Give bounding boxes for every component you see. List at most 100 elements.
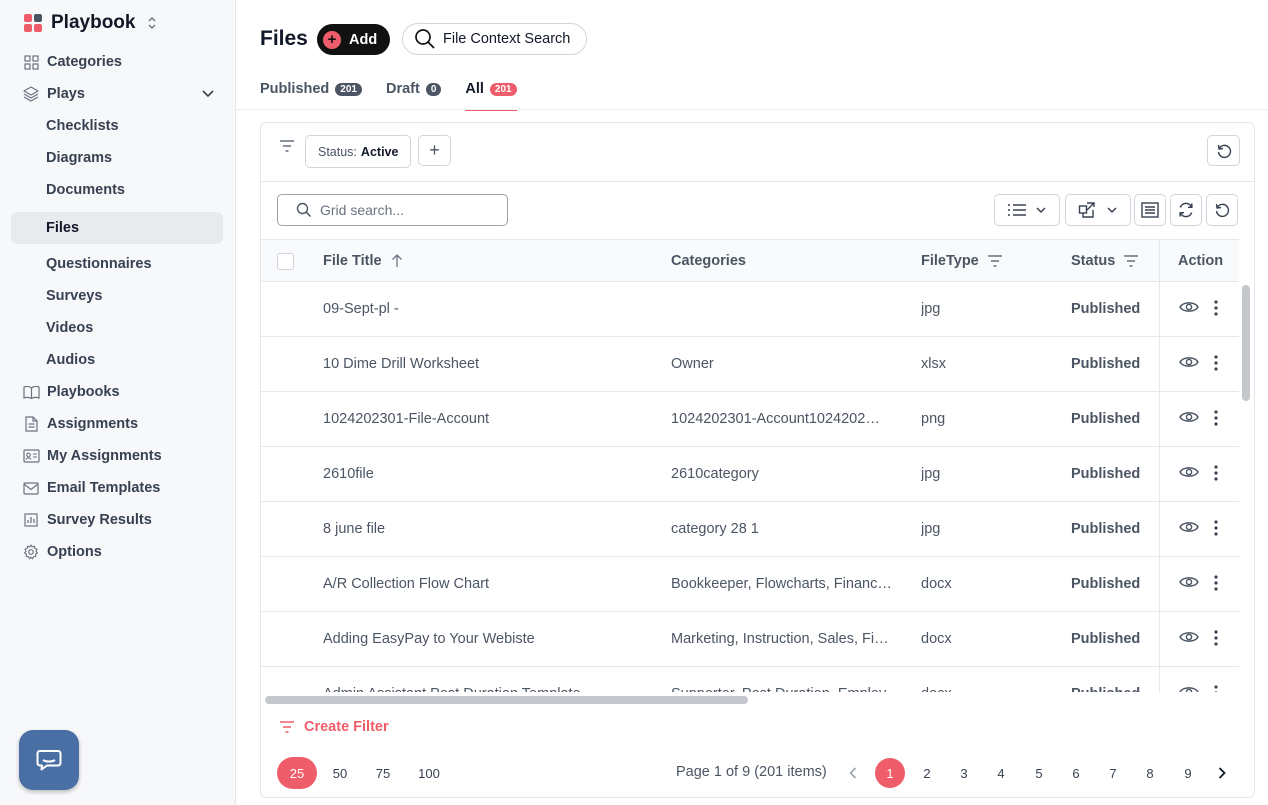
column-chooser-button[interactable] (1134, 194, 1166, 226)
export-dropdown[interactable] (1065, 194, 1131, 226)
eye-icon[interactable] (1179, 575, 1199, 589)
column-header-categories[interactable]: Categories (671, 240, 746, 282)
more-vertical-icon[interactable] (1213, 684, 1219, 692)
cell-filetype: jpg (921, 301, 941, 317)
table-row[interactable]: 8 june file category 28 1 jpg Published (261, 502, 1239, 557)
table-row[interactable]: 10 Dime Drill Worksheet Owner xlsx Publi… (261, 337, 1239, 392)
status-filter-chip[interactable]: Status: Active (305, 135, 412, 168)
filter-lines-icon[interactable] (1123, 254, 1139, 268)
more-vertical-icon[interactable] (1213, 409, 1219, 427)
table-row[interactable]: 1024202301-File-Account 1024202301-Accou… (261, 392, 1239, 447)
more-vertical-icon[interactable] (1213, 574, 1219, 592)
page-button[interactable]: 6 (1061, 757, 1091, 789)
eye-icon[interactable] (1179, 630, 1199, 644)
chevron-up-down-icon[interactable] (147, 16, 157, 31)
page-size-option[interactable]: 50 (325, 757, 355, 789)
cell-categories: Supporter, Post Duration, Employ… (671, 667, 901, 692)
page-button[interactable]: 8 (1135, 757, 1165, 789)
eye-icon[interactable] (1179, 520, 1199, 534)
create-filter-button[interactable]: Create Filter (279, 719, 389, 735)
filter-lines-icon[interactable] (279, 139, 295, 158)
eye-icon[interactable] (1179, 410, 1199, 424)
page-button[interactable]: 9 (1173, 757, 1203, 789)
page-button[interactable]: 7 (1098, 757, 1128, 789)
table-row[interactable]: 09-Sept-pl - jpg Published (261, 282, 1239, 337)
cell-file-title: Adding EasyPay to Your Webiste (323, 631, 535, 647)
sidebar-item-plays[interactable]: Plays (11, 78, 223, 110)
sidebar-item-label: Checklists (46, 118, 119, 134)
sidebar-item-survey-results[interactable]: Survey Results (11, 504, 223, 536)
table-row[interactable]: 2610file 2610category jpg Published (261, 447, 1239, 502)
sidebar-item-label: Videos (46, 320, 94, 336)
tab-all[interactable]: All 201 (465, 78, 517, 111)
column-header-filetype[interactable]: FileType (921, 240, 1003, 282)
cell-categories: category 28 1 (671, 521, 759, 537)
more-vertical-icon[interactable] (1213, 354, 1219, 372)
eye-icon[interactable] (1179, 685, 1199, 692)
page-size-option[interactable]: 100 (414, 757, 444, 789)
grid-search-box[interactable] (277, 194, 508, 226)
next-page-button[interactable] (1207, 757, 1237, 789)
cell-status: Published (1071, 301, 1141, 317)
refresh-icon (1179, 202, 1193, 218)
column-header-file-title[interactable]: File Title (323, 240, 404, 282)
sidebar-item-audios[interactable]: Audios (11, 344, 223, 376)
page-button[interactable]: 3 (949, 757, 979, 789)
sidebar-item-my-assignments[interactable]: My Assignments (11, 440, 223, 472)
page-size-option[interactable]: 75 (368, 757, 398, 789)
page-size-option[interactable]: 25 (277, 757, 317, 789)
sidebar-item-options[interactable]: Options (11, 536, 223, 568)
sidebar-item-playbooks[interactable]: Playbooks (11, 376, 223, 408)
tab-draft[interactable]: Draft 0 (386, 78, 442, 100)
reset-grid-button[interactable] (1206, 194, 1238, 226)
table-row[interactable]: A/R Collection Flow Chart Bookkeeper, Fl… (261, 557, 1239, 612)
sidebar-item-checklists[interactable]: Checklists (11, 110, 223, 142)
page-button[interactable]: 4 (986, 757, 1016, 789)
refresh-button[interactable] (1170, 194, 1202, 226)
horizontal-scrollbar[interactable] (265, 696, 748, 704)
more-vertical-icon[interactable] (1213, 464, 1219, 482)
sidebar-item-email-templates[interactable]: Email Templates (11, 472, 223, 504)
cell-file-title: A/R Collection Flow Chart (323, 576, 489, 592)
page-button[interactable]: 5 (1024, 757, 1054, 789)
chevron-down-icon[interactable] (201, 86, 215, 104)
sidebar-item-surveys[interactable]: Surveys (11, 280, 223, 312)
book-icon (22, 383, 40, 401)
more-vertical-icon[interactable] (1213, 519, 1219, 537)
sidebar-item-questionnaires[interactable]: Questionnaires (11, 248, 223, 280)
grid-search-input[interactable] (320, 202, 500, 218)
filter-lines-icon[interactable] (987, 254, 1003, 268)
eye-icon[interactable] (1179, 300, 1199, 314)
sidebar-item-categories[interactable]: Categories (11, 46, 223, 78)
sidebar-item-diagrams[interactable]: Diagrams (11, 142, 223, 174)
chevron-right-icon (1218, 767, 1226, 779)
eye-icon[interactable] (1179, 355, 1199, 369)
table-row[interactable]: Adding EasyPay to Your Webiste Marketing… (261, 612, 1239, 667)
add-button[interactable]: + Add (317, 24, 390, 55)
page-button[interactable]: 2 (912, 757, 942, 789)
vertical-scrollbar[interactable] (1242, 285, 1250, 401)
prev-page-button[interactable] (838, 757, 868, 789)
mail-icon (22, 479, 40, 497)
sidebar-item-assignments[interactable]: Assignments (11, 408, 223, 440)
more-vertical-icon[interactable] (1213, 299, 1219, 317)
sidebar-item-videos[interactable]: Videos (11, 312, 223, 344)
sidebar-item-label: Surveys (46, 288, 103, 304)
column-header-status[interactable]: Status (1071, 240, 1139, 282)
sidebar-item-files[interactable]: Files (11, 212, 223, 244)
sidebar-item-label: Assignments (47, 416, 139, 432)
select-all-checkbox[interactable] (277, 253, 294, 270)
eye-icon[interactable] (1179, 465, 1199, 479)
chat-widget-button[interactable] (19, 730, 79, 790)
more-vertical-icon[interactable] (1213, 629, 1219, 647)
reset-filters-button[interactable] (1207, 135, 1240, 166)
sidebar-item-documents[interactable]: Documents (11, 174, 223, 206)
view-mode-dropdown[interactable] (994, 194, 1060, 226)
table-row[interactable]: Admin Assistant Post Duration Template S… (261, 667, 1239, 692)
tab-published[interactable]: Published 201 (260, 78, 362, 100)
file-context-search-button[interactable]: File Context Search (402, 23, 587, 55)
add-filter-button[interactable]: + (418, 135, 451, 166)
page-button[interactable]: 1 (875, 758, 905, 788)
grid-icon (22, 53, 40, 71)
brand[interactable]: Playbook (24, 12, 157, 34)
